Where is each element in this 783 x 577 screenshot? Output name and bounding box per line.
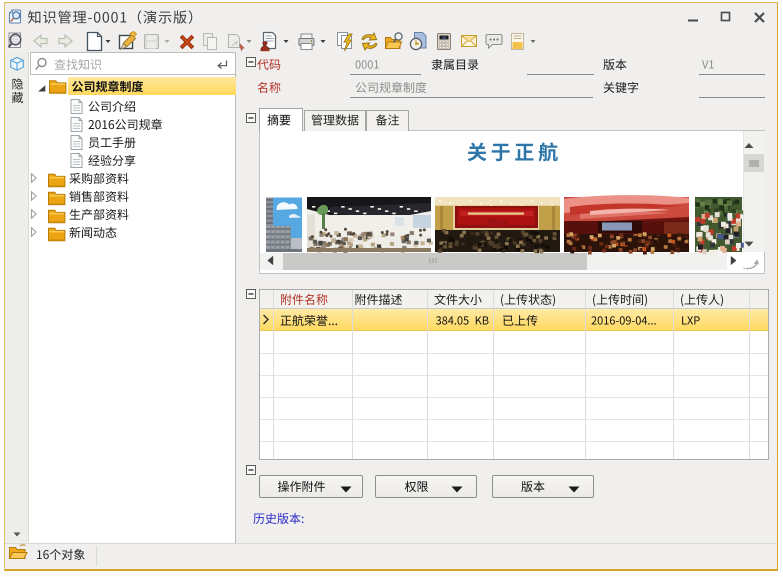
svg-text:10: 10	[442, 36, 446, 40]
